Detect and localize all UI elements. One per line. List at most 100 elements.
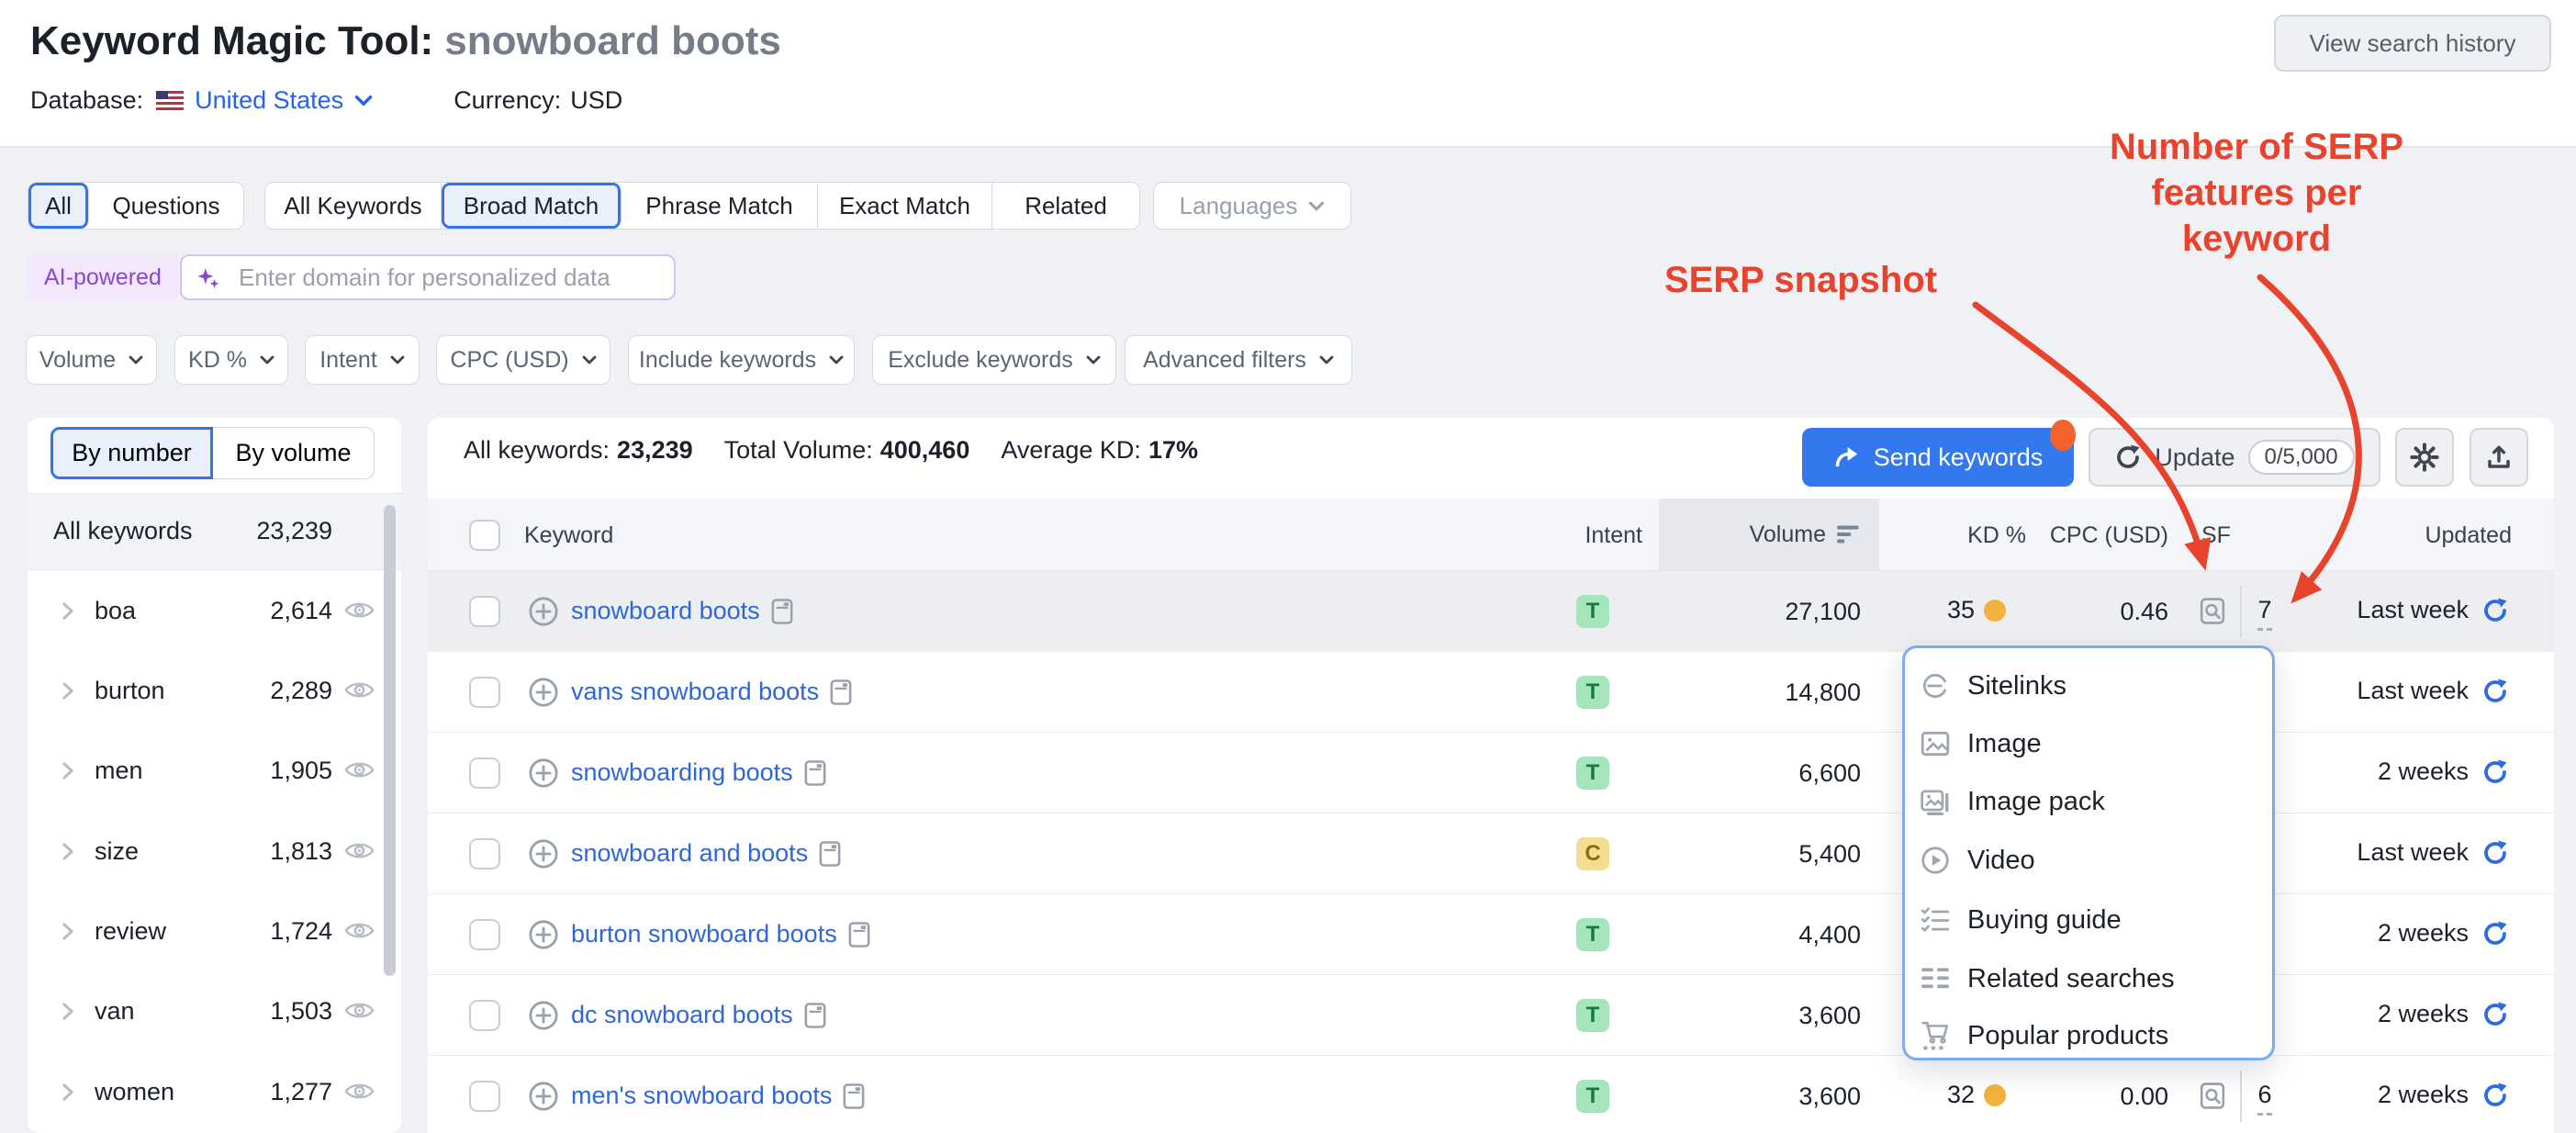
keyword-link[interactable]: snowboard and boots	[571, 839, 808, 868]
chevron-right-icon[interactable]	[62, 1083, 74, 1102]
refresh-icon[interactable]	[2481, 1082, 2509, 1109]
popup-item-sitelinks[interactable]: Sitelinks	[1905, 667, 2272, 705]
intent-filter[interactable]: Intent	[305, 335, 420, 385]
col-updated[interactable]: Updated	[2328, 522, 2512, 549]
chevron-right-icon[interactable]	[62, 842, 74, 861]
row-checkbox[interactable]	[469, 757, 500, 789]
sf-count[interactable]: 6	[2246, 1081, 2283, 1109]
keyword-link[interactable]: snowboarding boots	[571, 758, 793, 787]
eye-icon[interactable]	[344, 679, 375, 701]
sort-by-volume-button[interactable]: By volume	[213, 427, 375, 479]
group-item-men[interactable]: men 1,905	[28, 749, 384, 791]
keyword-link[interactable]: snowboard boots	[571, 597, 760, 625]
keyword-link[interactable]: vans snowboard boots	[571, 678, 819, 706]
volume-filter[interactable]: Volume	[26, 335, 157, 385]
sort-by-number-button[interactable]: By number	[50, 427, 213, 479]
row-checkbox[interactable]	[469, 677, 500, 708]
serp-snapshot-icon[interactable]	[2200, 1082, 2225, 1110]
refresh-icon[interactable]	[2481, 1001, 2509, 1028]
popup-item-image[interactable]: Image	[1905, 724, 2272, 763]
eye-icon[interactable]	[344, 759, 375, 780]
col-cpc[interactable]: CPC (USD)	[2031, 522, 2168, 549]
eye-icon[interactable]	[344, 600, 375, 621]
serp-card-icon[interactable]	[819, 841, 841, 867]
chevron-right-icon[interactable]	[62, 922, 74, 941]
serp-card-icon[interactable]	[830, 679, 852, 705]
tab-all-keywords[interactable]: All Keywords	[265, 183, 442, 229]
group-item-size[interactable]: size 1,813	[28, 830, 384, 872]
settings-button[interactable]	[2395, 428, 2454, 487]
refresh-icon[interactable]	[2481, 920, 2509, 948]
add-keyword-icon[interactable]	[528, 757, 559, 789]
add-keyword-icon[interactable]	[528, 1081, 559, 1112]
add-keyword-icon[interactable]	[528, 919, 559, 950]
select-all-checkbox[interactable]	[469, 520, 500, 551]
col-volume[interactable]: Volume	[1659, 499, 1879, 570]
col-kd[interactable]: KD %	[1888, 522, 2026, 549]
eye-icon[interactable]	[344, 920, 375, 941]
group-item-review[interactable]: review 1,724	[28, 910, 384, 952]
row-checkbox[interactable]	[469, 838, 500, 869]
languages-dropdown[interactable]: Languages	[1153, 182, 1351, 230]
col-sf[interactable]: SF	[2201, 522, 2231, 549]
chevron-right-icon[interactable]	[62, 761, 74, 780]
refresh-icon[interactable]	[2481, 758, 2509, 786]
row-checkbox[interactable]	[469, 1000, 500, 1031]
kd-filter[interactable]: KD %	[174, 335, 288, 385]
row-checkbox[interactable]	[469, 919, 500, 950]
col-keyword[interactable]: Keyword	[524, 522, 613, 549]
refresh-icon[interactable]	[2481, 597, 2509, 624]
col-intent[interactable]: Intent	[1505, 522, 1642, 549]
group-item-burton[interactable]: burton 2,289	[28, 669, 384, 712]
refresh-icon[interactable]	[2481, 678, 2509, 705]
group-item-boa[interactable]: boa 2,614	[28, 589, 384, 632]
chevron-right-icon[interactable]	[62, 1002, 74, 1021]
include-keywords-filter[interactable]: Include keywords	[628, 335, 855, 385]
keyword-link[interactable]: men's snowboard boots	[571, 1082, 832, 1110]
eye-icon[interactable]	[344, 1081, 375, 1102]
tab-broad-match[interactable]: Broad Match	[442, 183, 622, 229]
tab-all[interactable]: All	[28, 183, 89, 229]
add-keyword-icon[interactable]	[528, 596, 559, 627]
add-keyword-icon[interactable]	[528, 677, 559, 708]
keyword-link[interactable]: burton snowboard boots	[571, 920, 837, 948]
serp-snapshot-icon[interactable]	[2200, 597, 2225, 625]
chevron-down-icon[interactable]	[354, 95, 373, 107]
group-item-van[interactable]: van 1,503	[28, 990, 384, 1032]
cpc-filter[interactable]: CPC (USD)	[436, 335, 610, 385]
all-keywords-row[interactable]: All keywords 23,239	[28, 493, 401, 570]
popup-item-buying-guide[interactable]: Buying guide	[1905, 901, 2272, 939]
tab-related[interactable]: Related	[992, 183, 1139, 229]
send-keywords-button[interactable]: Send keywords	[1802, 428, 2074, 487]
serp-card-icon[interactable]	[843, 1083, 865, 1109]
table-row[interactable]: men's snowboard boots T 3,600 32 0.00 6 …	[428, 1056, 2554, 1133]
popup-item-video[interactable]: Video	[1905, 841, 2272, 880]
serp-card-icon[interactable]	[804, 760, 826, 786]
sf-count[interactable]: 7	[2246, 596, 2283, 624]
serp-card-icon[interactable]	[771, 599, 793, 624]
tab-exact-match[interactable]: Exact Match	[818, 183, 992, 229]
row-checkbox[interactable]	[469, 596, 500, 627]
tab-questions[interactable]: Questions	[89, 183, 243, 229]
update-button[interactable]: Update 0/5,000	[2089, 428, 2380, 487]
group-item-women[interactable]: women 1,277	[28, 1071, 384, 1113]
exclude-keywords-filter[interactable]: Exclude keywords	[872, 335, 1116, 385]
table-row[interactable]: snowboard boots T 27,100 35 0.46 7 Last …	[428, 571, 2554, 652]
eye-icon[interactable]	[344, 1000, 375, 1021]
tab-phrase-match[interactable]: Phrase Match	[622, 183, 818, 229]
row-checkbox[interactable]	[469, 1081, 500, 1112]
chevron-right-icon[interactable]	[62, 681, 74, 701]
keyword-link[interactable]: dc snowboard boots	[571, 1001, 793, 1029]
eye-icon[interactable]	[344, 840, 375, 861]
chevron-right-icon[interactable]	[62, 601, 74, 621]
add-keyword-icon[interactable]	[528, 1000, 559, 1031]
database-selector[interactable]: United States	[195, 86, 343, 115]
export-button[interactable]	[2470, 428, 2528, 487]
serp-card-icon[interactable]	[848, 922, 870, 948]
view-search-history-button[interactable]: View search history	[2274, 15, 2551, 72]
popup-item-popular-products[interactable]: Popular products	[1905, 1016, 2272, 1055]
sidebar-scrollbar[interactable]	[384, 505, 396, 976]
advanced-filters[interactable]: Advanced filters	[1125, 335, 1352, 385]
popup-item-related-searches[interactable]: Related searches	[1905, 959, 2272, 998]
refresh-icon[interactable]	[2481, 839, 2509, 867]
